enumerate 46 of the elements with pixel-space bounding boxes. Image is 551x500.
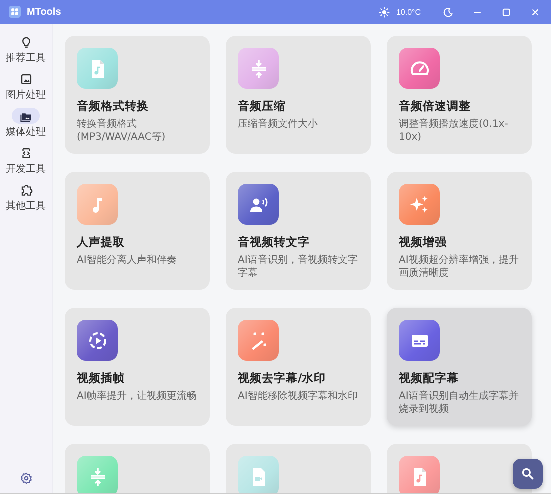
tool-description: 调整音频播放速度(0.1x-10x)	[399, 118, 510, 144]
search-icon	[521, 467, 535, 481]
tool-description: AI视频超分辨率增强，提升画质清晰度	[399, 254, 520, 280]
tool-card[interactable]: 音频格式转换 转换音频格式(MP3/WAV/AAC等)	[65, 36, 210, 154]
maximize-icon[interactable]	[501, 6, 512, 18]
tool-card[interactable]: 视频配字幕 AI语音识别自动生成字幕并烧录到视频	[387, 308, 532, 426]
tool-title: 音频压缩	[238, 99, 286, 114]
tool-card[interactable]: 人声提取 AI智能分离人声和伴奏	[65, 172, 210, 290]
tool-card[interactable]: 音频倍速调整 调整音频播放速度(0.1x-10x)	[387, 36, 532, 154]
sidebar-item[interactable]: 推荐工具	[6, 34, 46, 65]
code-icon	[20, 146, 32, 160]
tool-description: AI智能移除视频字幕和水印	[238, 390, 358, 403]
close-icon[interactable]	[530, 6, 541, 18]
tool-card[interactable]: 视频增强 AI视频超分辨率增强，提升画质清晰度	[387, 172, 532, 290]
tool-card[interactable]: 视频去字幕/水印 AI智能移除视频字幕和水印	[226, 308, 371, 426]
lightbulb-icon	[20, 36, 32, 48]
tool-description: AI语音识别自动生成字幕并烧录到视频	[399, 390, 520, 416]
sidebar-item[interactable]: 开发工具	[6, 145, 46, 176]
tool-card[interactable]: 音频压缩 压缩音频文件大小	[226, 36, 371, 154]
tool-card[interactable]: 音视频转文字 AI语音识别，音视频转文字字幕	[226, 172, 371, 290]
search-button[interactable]	[513, 459, 543, 489]
tool-title: 视频去字幕/水印	[238, 371, 326, 386]
settings-icon[interactable]	[20, 472, 32, 485]
sun-icon	[379, 6, 390, 18]
sidebar-item[interactable]: 其他工具	[6, 182, 46, 213]
tool-card[interactable]: 视频插帧 AI帧率提升，让视频更流畅	[65, 308, 210, 426]
tool-description: 压缩音频文件大小	[238, 118, 318, 131]
tool-title: 视频配字幕	[399, 371, 459, 386]
sidebar-item[interactable]: 媒体处理	[6, 108, 46, 139]
temperature: 10.0°C	[396, 8, 421, 16]
tool-description: AI语音识别，音视频转文字字幕	[238, 254, 359, 280]
tool-title: 视频插帧	[77, 371, 125, 386]
tool-description: AI智能分离人声和伴奏	[77, 254, 177, 267]
app-logo-icon	[9, 6, 21, 18]
tool-title: 视频增强	[399, 235, 447, 250]
tool-title: 音频倍速调整	[399, 99, 471, 114]
moon-icon[interactable]	[443, 6, 454, 18]
image-icon	[20, 72, 32, 86]
tool-title: 音频格式转换	[77, 99, 149, 114]
sidebar-item[interactable]: 图片处理	[6, 71, 46, 102]
tool-title: 人声提取	[77, 235, 125, 250]
window-title: MTools	[27, 6, 62, 18]
tool-title: 音视频转文字	[238, 235, 310, 250]
tool-description: AI帧率提升，让视频更流畅	[77, 390, 197, 403]
tool-description: 转换音频格式(MP3/WAV/AAC等)	[77, 118, 167, 144]
puzzle-icon	[20, 184, 32, 196]
